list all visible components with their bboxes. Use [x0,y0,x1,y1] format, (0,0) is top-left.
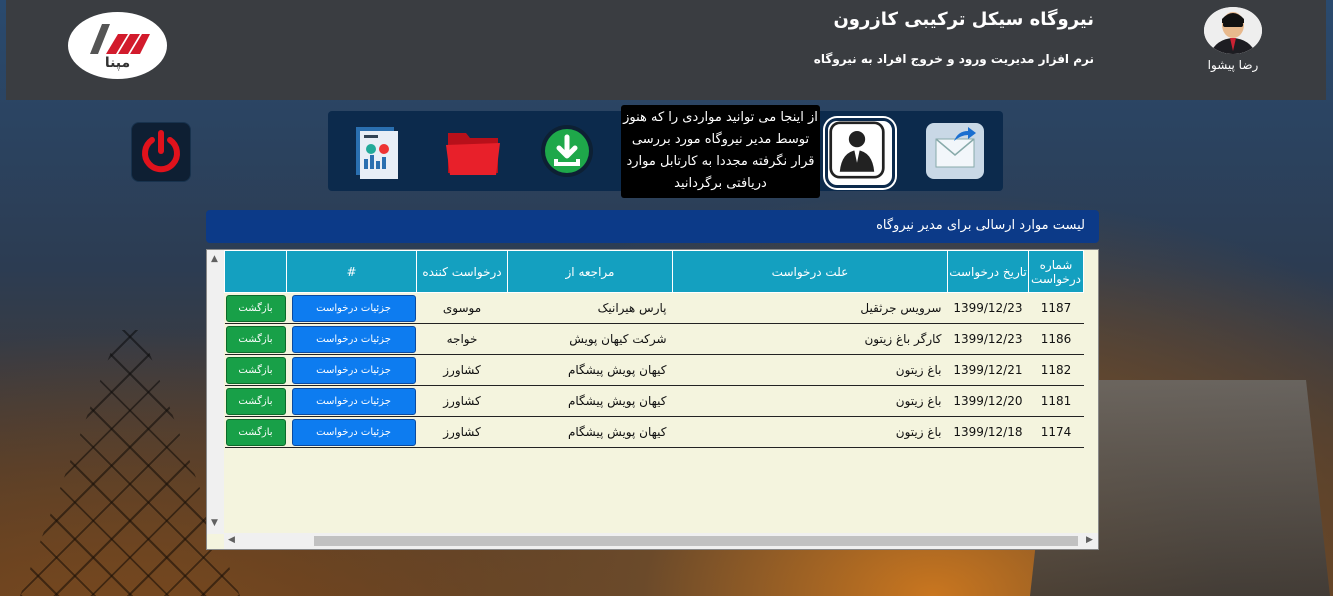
user-avatar-icon [1204,7,1262,54]
cell-detail: جزئیات درخواست [286,323,417,355]
mapna-logo: مپنا [68,12,167,79]
col-referrer: مراجعه از [507,250,673,293]
cell-detail: جزئیات درخواست [286,292,417,324]
scroll-right-icon[interactable]: ▶ [1086,535,1093,545]
cell-reason: باغ زیتون [672,416,948,448]
scroll-up-icon[interactable]: ▲ [211,254,218,264]
app-title: نیروگاه سیکل ترکیبی کازرون [833,9,1094,30]
cell-requester: موسوی [416,292,508,324]
return-button[interactable]: بازگشت [225,418,286,446]
cell-back: بازگشت [224,416,287,448]
send-mail-icon [926,123,984,179]
logout-button[interactable] [131,122,191,182]
horizontal-scrollbar[interactable]: ◀ ▶ [224,533,1098,549]
list-title: لیست موارد ارسالی برای مدیر نیروگاه [876,218,1085,233]
cell-date: 1399/12/20 [947,385,1029,417]
cell-requester: خواجه [416,323,508,355]
send-button[interactable] [924,119,986,183]
return-button[interactable]: بازگشت [225,325,286,353]
cell-detail: جزئیات درخواست [286,354,417,386]
archive-button[interactable] [442,119,504,183]
details-button[interactable]: جزئیات درخواست [291,325,416,353]
manager-icon [829,121,885,179]
logo-mark-icon [90,24,150,54]
reports-button[interactable] [346,119,408,183]
details-button[interactable]: جزئیات درخواست [291,387,416,415]
cell-back: بازگشت [224,385,287,417]
tooltip: از اینجا می توانید مواردی را که هنوز توس… [621,105,820,198]
horizontal-scroll-thumb[interactable] [314,536,1078,546]
table-row: 1182 1399/12/21 باغ زیتون کیهان پویش پیش… [224,354,1084,386]
received-button[interactable] [536,119,598,183]
requests-table-panel: ▲ ▼ ◀ ▶ شماره درخواست تاریخ درخواست علت … [206,249,1099,550]
cell-referrer: شرکت کیهان پویش [507,323,673,355]
cell-reason: باغ زیتون [672,354,948,386]
cell-requester: کشاورز [416,416,508,448]
return-button[interactable]: بازگشت [225,356,286,384]
table-row: 1186 1399/12/23 کارگر باغ زیتون شرکت کیه… [224,323,1084,355]
cell-reason: سرویس جرثقیل [672,292,948,324]
cell-reason: کارگر باغ زیتون [672,323,948,355]
scroll-down-icon[interactable]: ▼ [211,518,218,528]
cell-date: 1399/12/21 [947,354,1029,386]
power-icon [142,130,180,173]
return-button[interactable]: بازگشت [225,387,286,415]
table-row: 1181 1399/12/20 باغ زیتون کیهان پویش پیش… [224,385,1084,417]
details-button[interactable]: جزئیات درخواست [291,294,416,322]
cell-back: بازگشت [224,354,287,386]
avatar[interactable] [1204,7,1262,54]
cell-referrer: پارس هیرانیک [507,292,673,324]
cell-date: 1399/12/18 [947,416,1029,448]
col-reason: علت درخواست [672,250,948,293]
cell-number: 1174 [1028,416,1084,448]
table-header-row: شماره درخواست تاریخ درخواست علت درخواست … [224,250,1084,293]
table-row: 1174 1399/12/18 باغ زیتون کیهان پویش پیش… [224,416,1084,448]
cell-number: 1186 [1028,323,1084,355]
col-number: شماره درخواست [1028,250,1084,293]
scroll-left-icon[interactable]: ◀ [228,535,235,545]
user-name: رضا پیشوا [1207,58,1259,72]
cell-requester: کشاورز [416,385,508,417]
cell-date: 1399/12/23 [947,292,1029,324]
requests-grid: شماره درخواست تاریخ درخواست علت درخواست … [224,250,1098,448]
details-button[interactable]: جزئیات درخواست [291,418,416,446]
col-date: تاریخ درخواست [947,250,1029,293]
logo-text: مپنا [104,55,131,71]
cell-back: بازگشت [224,323,287,355]
return-button[interactable]: بازگشت [225,294,286,322]
cell-number: 1182 [1028,354,1084,386]
report-dashboard-icon [356,127,398,179]
folder-icon [446,133,500,175]
cell-requester: کشاورز [416,354,508,386]
download-icon [541,125,593,177]
cell-referrer: کیهان پویش پیشگام [507,385,673,417]
table-row: 1187 1399/12/23 سرویس جرثقیل پارس هیرانی… [224,292,1084,324]
cell-referrer: کیهان پویش پیشگام [507,416,673,448]
sent-to-manager-button[interactable] [825,118,895,188]
vertical-scrollbar[interactable]: ▲ ▼ [207,250,224,534]
app-header: مپنا نیروگاه سیکل ترکیبی کازرون نرم افزا… [6,0,1326,100]
cell-detail: جزئیات درخواست [286,385,417,417]
cell-number: 1181 [1028,385,1084,417]
details-button[interactable]: جزئیات درخواست [291,356,416,384]
cell-reason: باغ زیتون [672,385,948,417]
app-subtitle: نرم افزار مدیریت ورود و خروج افراد به نی… [813,52,1094,66]
cell-detail: جزئیات درخواست [286,416,417,448]
requests-table: شماره درخواست تاریخ درخواست علت درخواست … [224,250,1084,448]
cell-number: 1187 [1028,292,1084,324]
col-hash: # [286,250,417,293]
cell-referrer: کیهان پویش پیشگام [507,354,673,386]
col-requester: درخواست کننده [416,250,508,293]
col-back [224,250,287,293]
cell-back: بازگشت [224,292,287,324]
list-title-bar: لیست موارد ارسالی برای مدیر نیروگاه [206,210,1099,243]
cell-date: 1399/12/23 [947,323,1029,355]
